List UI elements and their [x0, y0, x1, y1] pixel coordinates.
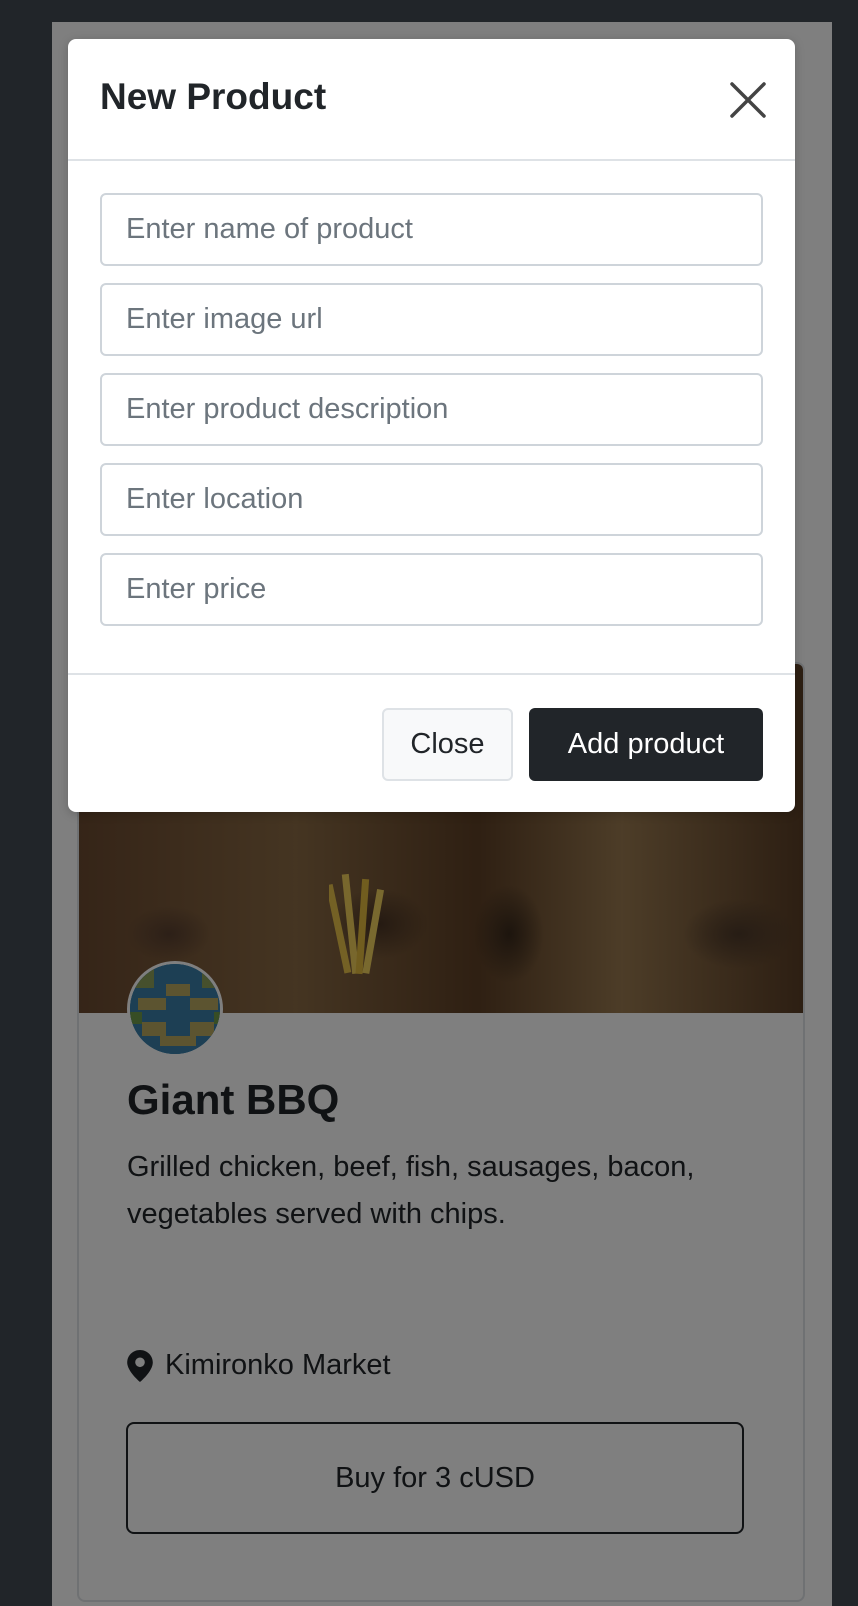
modal-body [68, 161, 795, 675]
modal-footer: Close Add product [68, 675, 795, 812]
product-name-input[interactable] [100, 193, 763, 266]
close-button[interactable]: Close [382, 708, 513, 781]
add-product-button[interactable]: Add product [529, 708, 763, 781]
product-description-input[interactable] [100, 373, 763, 446]
modal-header: New Product [68, 39, 795, 161]
price-input[interactable] [100, 553, 763, 626]
close-icon [730, 82, 766, 118]
image-url-input[interactable] [100, 283, 763, 356]
location-input[interactable] [100, 463, 763, 536]
new-product-modal: New Product Close Add product [68, 39, 795, 812]
modal-close-button[interactable] [729, 81, 767, 119]
modal-title: New Product [100, 76, 327, 117]
